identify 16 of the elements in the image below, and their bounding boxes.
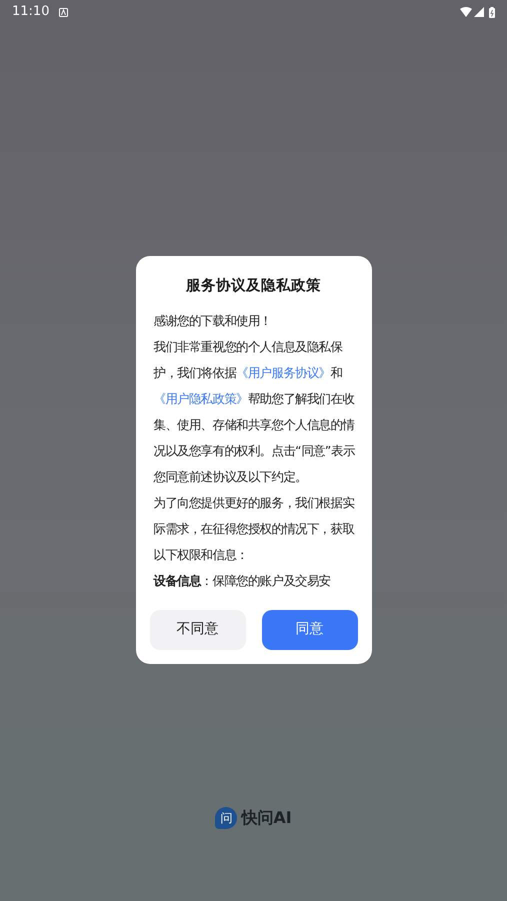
wifi-icon [460, 7, 472, 17]
disagree-button[interactable]: 不同意 [150, 610, 246, 650]
paragraph: 设备信息：保障您的账户及交易安 [154, 572, 332, 590]
dialog-title: 服务协议及隐私政策 [184, 276, 322, 296]
paragraph: 为了向您提供更好的服务，我们根据实际需求，在征得您授权的情况下，获取以下权限和信息： [154, 494, 356, 564]
app-name: 快问AI [241, 807, 292, 829]
agreement-link[interactable]: 《用户隐私政策》 [154, 392, 248, 406]
notification-icon [59, 8, 68, 16]
status-time: 11:10 [12, 3, 50, 22]
logo-icon: 问 [215, 807, 238, 829]
signal-icon [474, 7, 484, 17]
agree-button[interactable]: 同意 [262, 610, 358, 650]
paragraph: 我们非常重视您的个人信息及隐私保护，我们将依据《用户服务协议》和 《用户隐私政策》帮助您了解我们在收集、使用、存储和共享您个人信息的情况以及您享有的权利。点击“同意”表示您同意前述协议及以下约定。 [154, 338, 356, 486]
battery-icon [489, 6, 495, 18]
agreement-link[interactable]: 《用户服务协议》 [236, 366, 331, 380]
paragraph: 感谢您的下载和使用！ [154, 312, 273, 330]
